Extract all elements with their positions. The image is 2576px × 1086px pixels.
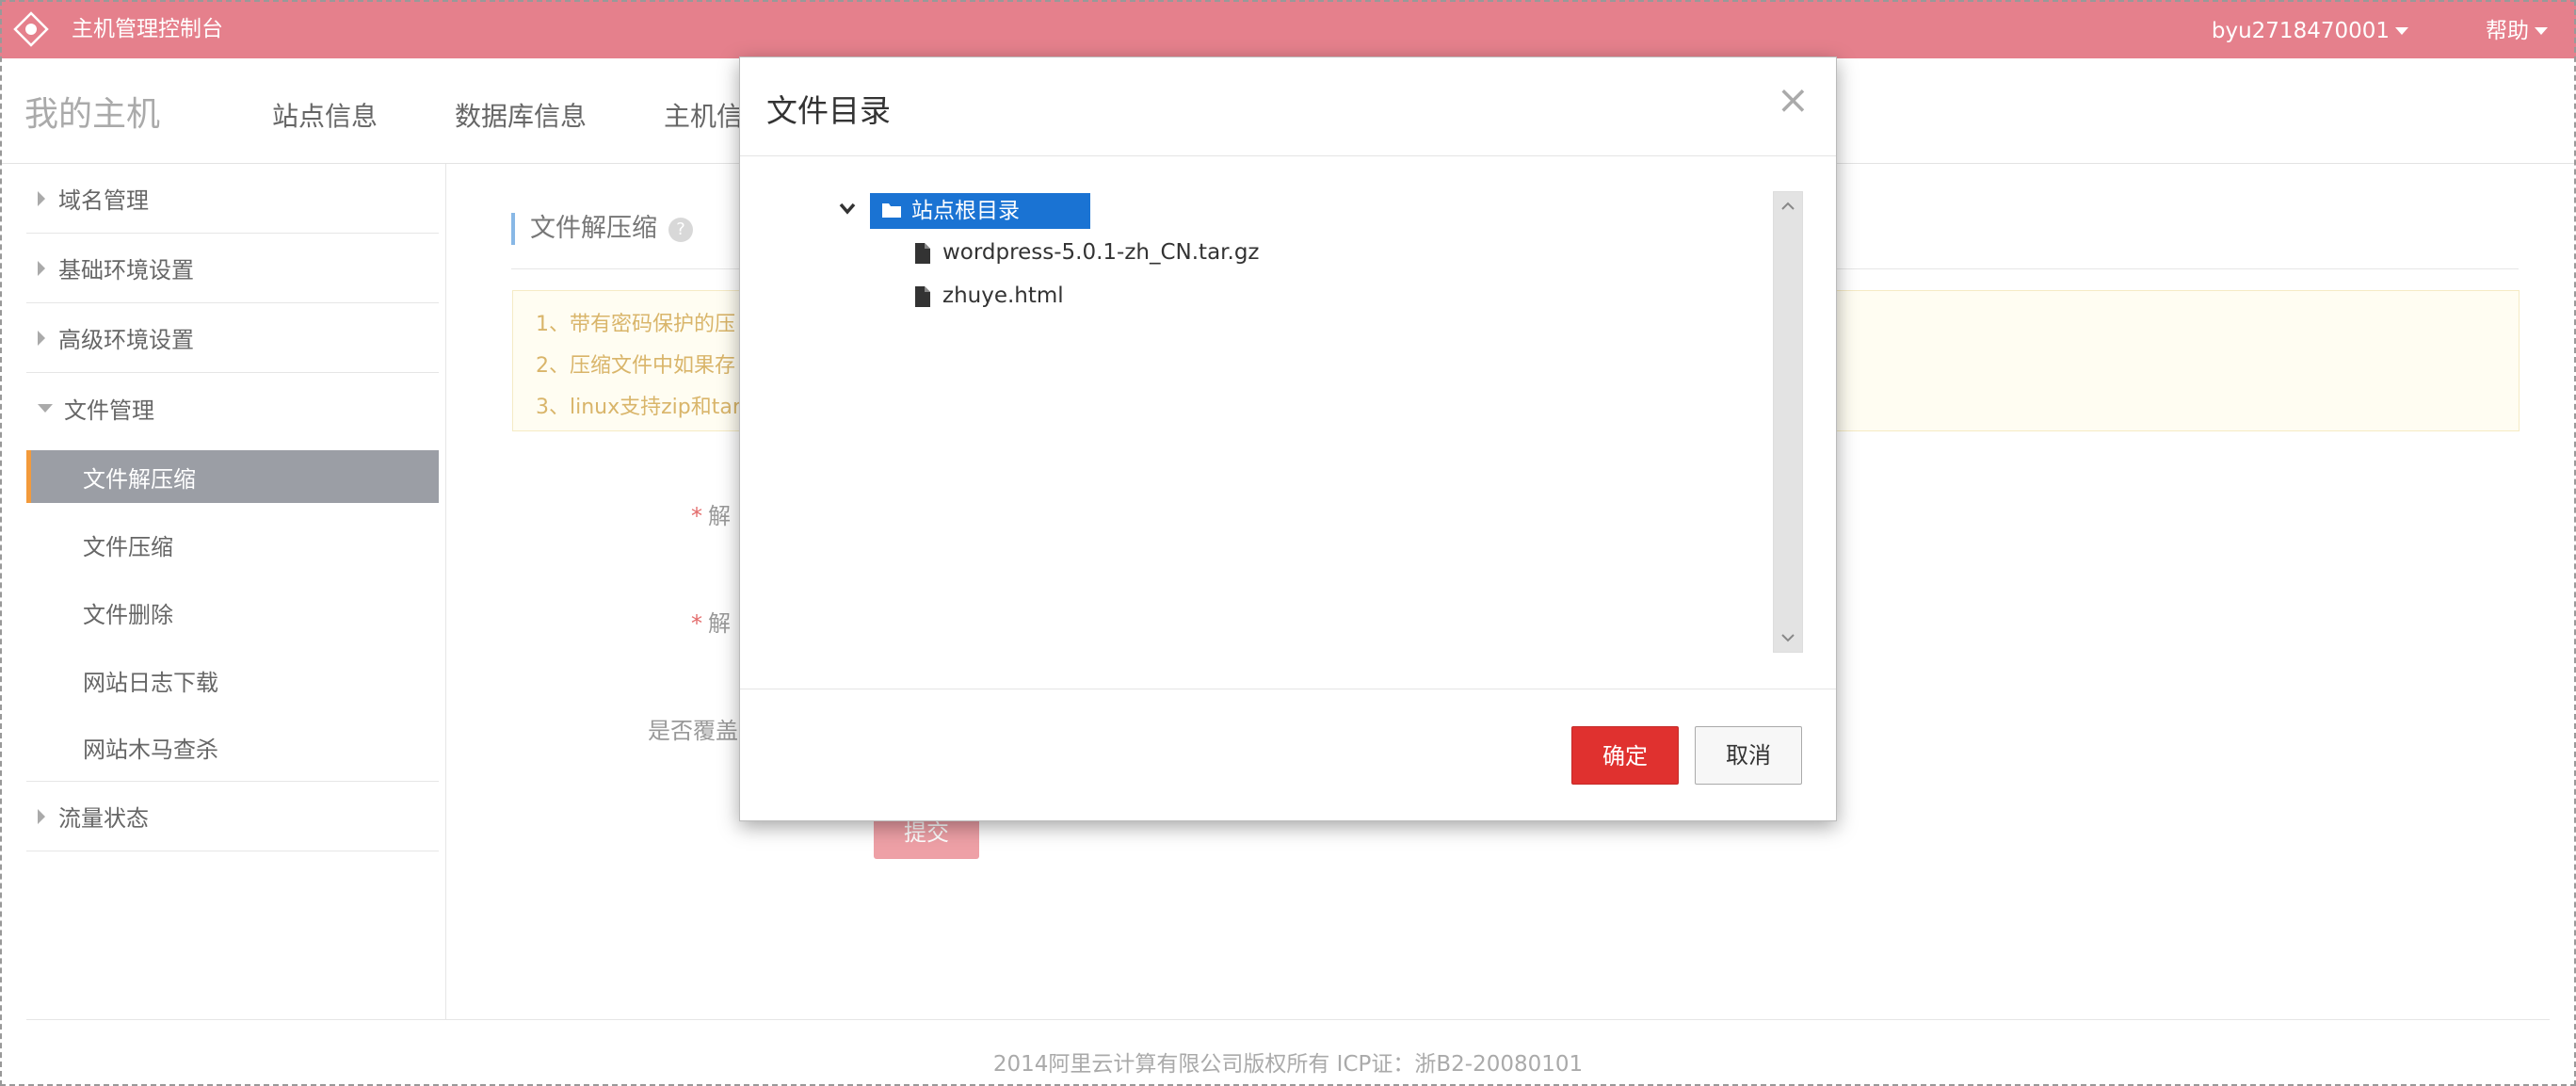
sidebar-group-label: 文件管理 [64,397,154,424]
field-label-text: 解 [708,610,731,637]
cancel-button[interactable]: 取消 [1695,726,1802,785]
sidebar-item-file-delete[interactable]: 文件删除 [26,578,439,646]
section-title-text: 文件解压缩 [530,214,657,243]
field-label-text: 解 [708,503,731,529]
confirm-button[interactable]: 确定 [1571,726,1679,785]
dialog-header-divider [740,155,1836,156]
sidebar-group-label: 基础环境设置 [58,257,194,284]
folder-icon [882,203,901,218]
sidebar-group-label: 域名管理 [58,187,149,214]
scroll-up-icon[interactable] [1774,192,1802,220]
nav-brand[interactable]: 我的主机 [24,87,160,136]
tab-host-info[interactable]: 主机信 [664,96,743,134]
sidebar-divider [445,164,446,1019]
sidebar: 域名管理 基础环境设置 高级环境设置 文件管理 文件解压缩 文件压缩 文件删除 … [26,164,439,851]
tab-site-info[interactable]: 站点信息 [272,96,378,134]
help-icon[interactable]: ? [668,218,693,242]
user-menu[interactable]: byu2718470001 [2212,0,2408,62]
scroll-down-icon[interactable] [1774,624,1802,652]
tree-scrollbar[interactable] [1773,191,1803,653]
caret-down-icon [2535,27,2548,35]
file-icon [915,243,930,264]
sidebar-group-file-mgmt[interactable]: 文件管理 [26,373,439,443]
tab-database-info[interactable]: 数据库信息 [455,96,587,134]
sidebar-group-basic-env[interactable]: 基础环境设置 [26,234,439,303]
tree-node-site-root[interactable]: 站点根目录 [870,193,1090,229]
help-menu[interactable]: 帮助 [2486,0,2548,62]
caret-down-icon [2395,27,2408,35]
file-directory-dialog: 文件目录 × 站点根目录 wordpress-5.0.1-zh_CN.tar.g… [739,57,1837,821]
field-label-overwrite: 是否覆盖 [648,718,738,744]
sidebar-group-traffic[interactable]: 流量状态 [26,782,439,851]
sidebar-item-file-extract[interactable]: 文件解压缩 [26,450,439,503]
chevron-down-icon[interactable] [838,199,857,218]
sidebar-item-file-compress[interactable]: 文件压缩 [26,511,439,578]
section-title: 文件解压缩? [511,213,693,245]
triangle-right-icon [38,808,45,824]
file-icon [915,286,930,307]
sidebar-item-log-download[interactable]: 网站日志下载 [26,646,439,714]
logo-icon [13,11,49,47]
triangle-right-icon [38,260,45,276]
top-bar: 主机管理控制台 byu2718470001 帮助 [0,0,2576,58]
tree-node-label: 站点根目录 [911,199,1020,223]
help-label: 帮助 [2486,19,2529,43]
footer-divider [26,1019,2550,1020]
sidebar-group-advanced-env[interactable]: 高级环境设置 [26,303,439,373]
triangle-right-icon [38,190,45,206]
required-mark: * [691,610,702,637]
file-name: wordpress-5.0.1-zh_CN.tar.gz [942,240,1260,265]
sidebar-group-label: 高级环境设置 [58,327,194,353]
dialog-title: 文件目录 [766,92,891,129]
sidebar-group-label: 流量状态 [58,805,149,832]
triangle-down-icon [38,403,53,413]
required-mark: * [691,503,702,529]
close-icon[interactable]: × [1777,80,1810,120]
footer-copyright: 2014阿里云计算有限公司版权所有 ICP证：浙B2-20080101 [992,1052,1584,1077]
sidebar-item-trojan-scan[interactable]: 网站木马查杀 [26,714,439,782]
sidebar-group-domain[interactable]: 域名管理 [26,164,439,234]
file-name: zhuye.html [942,284,1064,308]
user-name: byu2718470001 [2211,19,2390,43]
triangle-right-icon [38,330,45,346]
field-label-extract-path: * 解 [691,605,731,638]
app-title: 主机管理控制台 [72,17,223,41]
field-label-extract-file: * 解 [691,497,731,530]
